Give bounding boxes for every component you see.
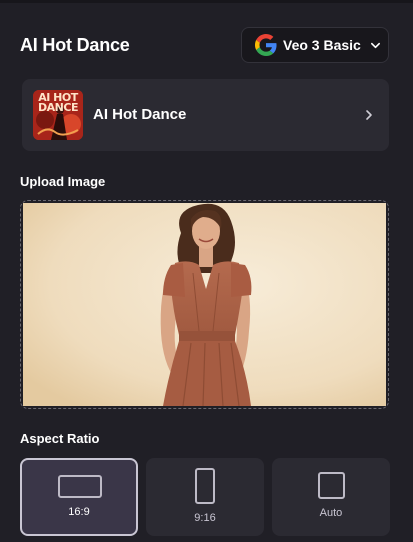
aspect-ratio-options: 16:9 9:16 Auto: [20, 458, 390, 536]
upload-image-label: Upload Image: [20, 174, 106, 189]
chevron-down-icon: [370, 42, 380, 48]
template-thumbnail-text: AI HOT DANCE: [38, 91, 78, 114]
template-card[interactable]: AI HOT DANCE AI Hot Dance: [22, 79, 389, 151]
generator-panel: AI Hot Dance Veo 3 Basic AI HOT DANCE AI…: [0, 0, 413, 542]
model-selector-button[interactable]: Veo 3 Basic: [241, 27, 389, 63]
aspect-ratio-auto[interactable]: Auto: [272, 458, 390, 536]
uploaded-photo: [23, 203, 386, 406]
aspect-ratio-label: Aspect Ratio: [20, 431, 100, 446]
upload-image-dropzone[interactable]: [20, 200, 389, 409]
template-card-label: AI Hot Dance: [93, 106, 187, 123]
page-title: AI Hot Dance: [20, 35, 130, 55]
google-g-icon: [255, 34, 277, 56]
aspect-ratio-label-auto: Auto: [319, 507, 343, 519]
aspect-ratio-9-16[interactable]: 9:16: [146, 458, 264, 536]
aspect-ratio-label-9-16: 9:16: [194, 512, 216, 524]
landscape-ratio-icon: [58, 475, 102, 498]
template-thumbnail: AI HOT DANCE: [33, 90, 83, 140]
aspect-ratio-16-9[interactable]: 16:9: [20, 458, 138, 536]
aspect-ratio-label-16-9: 16:9: [68, 506, 90, 518]
model-selector-label: Veo 3 Basic: [283, 37, 361, 53]
auto-ratio-icon: [318, 472, 345, 499]
panel-header: AI Hot Dance Veo 3 Basic: [20, 27, 393, 63]
top-divider: [0, 0, 413, 3]
chevron-right-icon: [366, 110, 372, 120]
portrait-ratio-icon: [195, 468, 215, 504]
